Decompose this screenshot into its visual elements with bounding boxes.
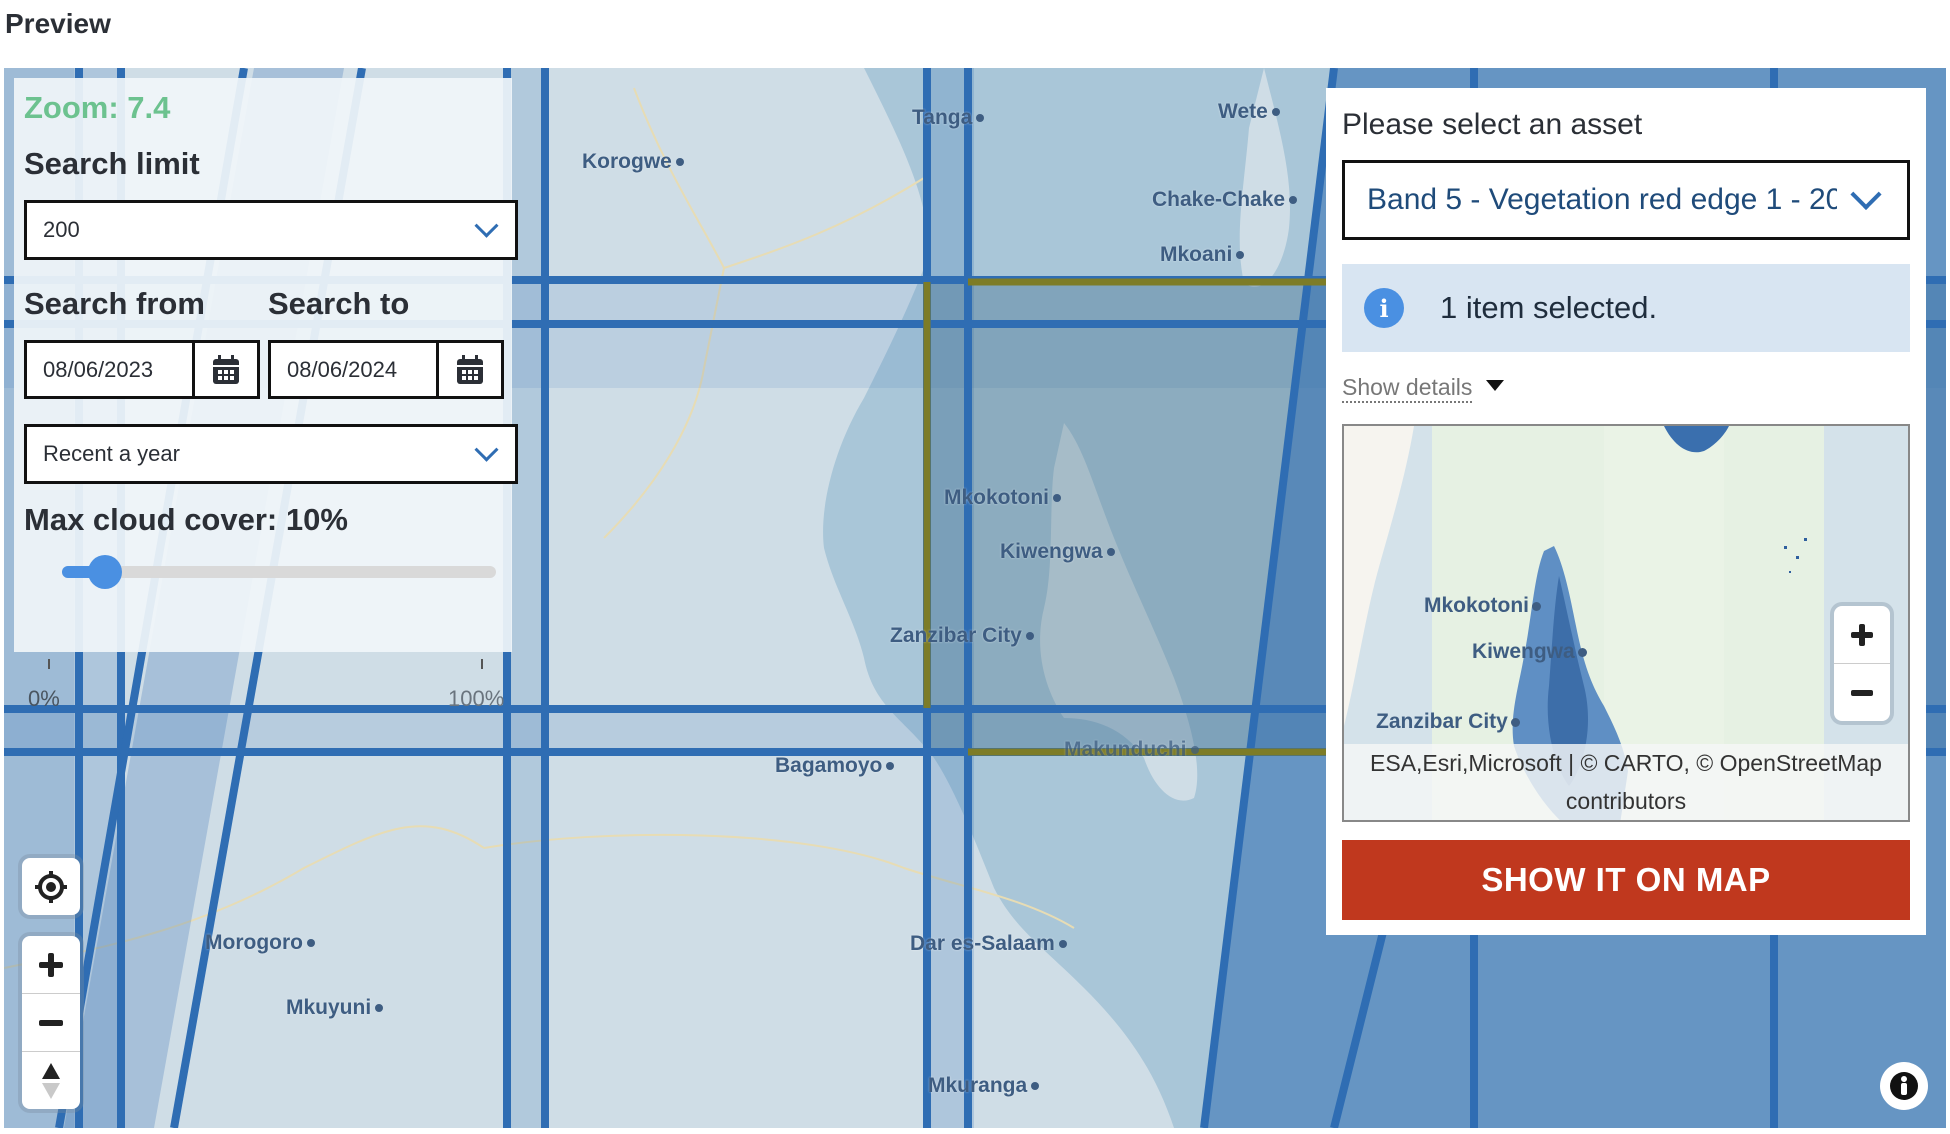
- mini-map-place-label: Kiwengwa: [1472, 640, 1587, 664]
- search-limit-value: 200: [43, 217, 80, 242]
- mini-map-attribution: ESA,Esri,Microsoft | © CARTO, © OpenStre…: [1344, 744, 1908, 820]
- map-place-label: Korogwe: [582, 150, 684, 174]
- zoom-control: [22, 936, 80, 1109]
- slider-tick-min: [48, 659, 50, 669]
- map-place-label: Tanga: [912, 106, 985, 130]
- map-place-label: Dar es-Salaam: [910, 932, 1067, 956]
- attribution-line-1: ESA,Esri,Microsoft | © CARTO, © OpenStre…: [1370, 750, 1882, 776]
- cloud-cover-label: Max cloud cover: 10%: [24, 502, 348, 537]
- map-place-label: Mkokotoni: [944, 486, 1061, 510]
- locate-icon: [35, 870, 67, 903]
- search-from-input[interactable]: 08/06/2023: [27, 343, 195, 396]
- asset-select[interactable]: Band 5 - Vegetation red edge 1 - 20m: [1342, 160, 1910, 240]
- cloud-min-label: 0%: [28, 686, 60, 711]
- mini-map-place-label: Mkokotoni: [1424, 594, 1541, 618]
- map-place-label: Mkuranga: [928, 1074, 1040, 1098]
- locate-button[interactable]: [22, 858, 80, 915]
- show-details-toggle[interactable]: Show details: [1342, 374, 1473, 403]
- mini-map-preview[interactable]: Mkokotoni Kiwengwa Zanzibar City ESA,Esr…: [1342, 424, 1910, 822]
- date-range-preset-select[interactable]: Recent a year: [24, 424, 518, 484]
- map-place-label: Kiwengwa: [1000, 540, 1115, 564]
- map-place-label: Morogoro: [205, 931, 315, 955]
- plus-icon: [39, 952, 63, 977]
- page-title: Preview: [5, 8, 111, 39]
- calendar-icon[interactable]: [439, 343, 501, 396]
- calendar-icon[interactable]: [195, 343, 257, 396]
- search-panel: Zoom: 7.4 Search limit 200 Search from S…: [14, 78, 518, 711]
- search-from-date-field[interactable]: 08/06/2023: [24, 340, 260, 399]
- compass-button[interactable]: [22, 1052, 80, 1109]
- map-place-label: Zanzibar City: [890, 624, 1034, 648]
- search-to-input[interactable]: 08/06/2024: [271, 343, 439, 396]
- compass-icon: [42, 1062, 60, 1099]
- chevron-down-icon: [1850, 178, 1882, 211]
- zoom-out-button[interactable]: [22, 994, 80, 1052]
- slider-tick-max: [481, 659, 483, 669]
- zoom-level-readout: Zoom: 7.4: [24, 90, 171, 125]
- selection-info-text: 1 item selected.: [1440, 290, 1658, 325]
- mini-map-zoom-out-button[interactable]: [1834, 664, 1890, 721]
- asset-select-value: Band 5 - Vegetation red edge 1 - 20m: [1367, 183, 1837, 216]
- asset-panel: Please select an asset Band 5 - Vegetati…: [1326, 88, 1926, 935]
- chevron-down-icon: [474, 437, 499, 462]
- mini-map-zoom-in-button[interactable]: [1834, 606, 1890, 664]
- road: [723, 177, 925, 269]
- plus-icon: [1851, 623, 1873, 646]
- cloud-cover-slider[interactable]: [62, 555, 496, 589]
- map-place-label: Wete: [1218, 100, 1280, 124]
- map-place-label: Mkoani: [1160, 243, 1245, 267]
- search-to-date-field[interactable]: 08/06/2024: [268, 340, 504, 399]
- info-icon: [1890, 1072, 1918, 1100]
- locate-control: [22, 858, 80, 915]
- map-attribution-button[interactable]: [1880, 1062, 1928, 1110]
- attribution-line-2: contributors: [1565, 788, 1687, 814]
- asset-panel-title: Please select an asset: [1342, 108, 1643, 141]
- caret-down-icon[interactable]: [1486, 380, 1504, 391]
- cloud-cover-slider-thumb[interactable]: [88, 555, 123, 589]
- chevron-down-icon: [474, 213, 499, 238]
- search-limit-label: Search limit: [24, 146, 200, 181]
- search-to-label: Search to: [268, 286, 410, 321]
- search-limit-select[interactable]: 200: [24, 200, 518, 260]
- cloud-max-label: 100%: [448, 686, 505, 711]
- map-place-label: Chake-Chake: [1152, 188, 1298, 212]
- map-place-label: Bagamoyo: [775, 754, 895, 778]
- mini-map-place-label: Zanzibar City: [1376, 710, 1520, 734]
- date-range-preset-value: Recent a year: [43, 441, 180, 466]
- minus-icon: [39, 1019, 63, 1026]
- mini-map-zoom-control: [1834, 606, 1890, 721]
- map-place-label: Makunduchi: [1064, 738, 1199, 762]
- info-icon: i: [1364, 288, 1404, 328]
- minus-icon: [1851, 689, 1873, 696]
- search-from-label: Search from: [24, 286, 205, 321]
- show-it-on-map-button[interactable]: SHOW IT ON MAP: [1342, 840, 1910, 920]
- zoom-in-button[interactable]: [22, 936, 80, 994]
- map-place-label: Mkuyuni: [286, 996, 384, 1020]
- selection-info-alert: i 1 item selected.: [1342, 264, 1910, 352]
